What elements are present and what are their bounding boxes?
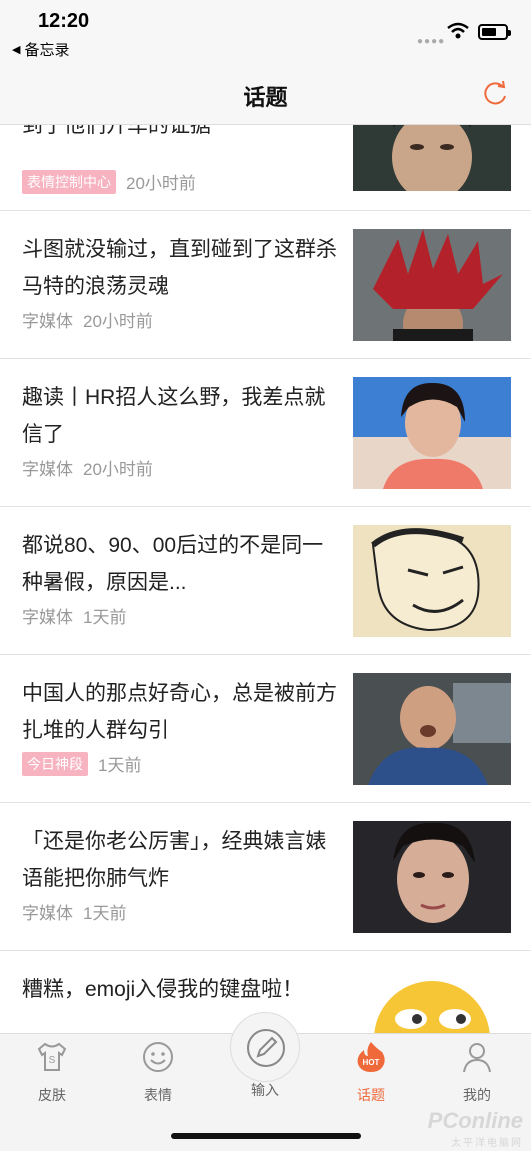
back-app-label: 备忘录 [24, 42, 70, 59]
shirt-icon: S [37, 1042, 67, 1071]
article-title: 都说80、90、00后过的不是同一种暑假，原因是... [22, 534, 324, 594]
signal-icon: ●●●● [417, 36, 446, 47]
tab-label: 输入 [251, 1082, 279, 1098]
svg-text:S: S [49, 1055, 56, 1066]
article-thumbnail [353, 377, 511, 489]
article-time: 20小时前 [83, 312, 153, 331]
article-time: 1天前 [98, 756, 142, 775]
watermark-line2: 太平洋电脑网 [451, 1138, 523, 1149]
list-item[interactable]: 到了他们开车的证据 表情控制中心 20小时前 [0, 107, 531, 211]
tab-input[interactable]: 输入 [225, 1080, 305, 1100]
smiley-icon [143, 1042, 173, 1072]
nav-bar: 话题 [0, 66, 531, 125]
article-meta: 字媒体 1天前 [22, 603, 126, 628]
article-thumbnail [353, 229, 511, 341]
article-source: 字媒体 [22, 608, 73, 627]
article-source: 字媒体 [22, 904, 73, 923]
article-title: 斗图就没输过，直到碰到了这群杀马特的浪荡灵魂 [22, 238, 337, 298]
svg-text:HOT: HOT [363, 1058, 380, 1067]
article-time: 20小时前 [126, 174, 196, 193]
watermark-logo: PConline 太平洋电脑网 [428, 1108, 523, 1149]
tab-me[interactable]: 我的 [437, 1034, 517, 1105]
article-title: 糟糕，emoji入侵我的键盘啦！ [22, 978, 304, 1001]
article-thumbnail [353, 673, 511, 785]
article-meta: 字媒体 20小时前 [22, 307, 153, 332]
article-time: 1天前 [83, 904, 127, 923]
article-title: 「还是你老公厉害」，经典婊言婊语能把你肺气炸 [22, 830, 327, 890]
page-title: 话题 [243, 85, 288, 110]
article-title: 中国人的那点好奇心，总是被前方扎堆的人群勾引 [22, 682, 337, 742]
article-thumbnail [353, 821, 511, 933]
status-bar: 12:20 ◀ 备忘录 ●●●● [0, 0, 531, 66]
status-time: 12:20 [38, 10, 90, 32]
watermark-line1: PConline [427, 1108, 523, 1133]
list-item[interactable]: 趣读丨HR招人这么野，我差点就信了 字媒体 20小时前 [0, 359, 531, 507]
pen-icon [247, 1029, 285, 1067]
article-time: 1天前 [83, 608, 127, 627]
category-tag: 今日神段 [22, 751, 88, 776]
tab-label: 话题 [357, 1087, 385, 1103]
article-meta: 表情控制中心 20小时前 [22, 169, 196, 194]
article-meta: 今日神段 1天前 [22, 751, 141, 776]
article-source: 字媒体 [22, 312, 73, 331]
tab-label: 我的 [463, 1087, 491, 1103]
tab-topics[interactable]: HOT 话题 [331, 1034, 411, 1105]
battery-icon [478, 24, 511, 40]
article-time: 20小时前 [83, 460, 153, 479]
list-item[interactable]: 中国人的那点好奇心，总是被前方扎堆的人群勾引 今日神段 1天前 [0, 655, 531, 803]
article-meta: 字媒体 1天前 [22, 899, 126, 924]
list-item[interactable]: 「还是你老公厉害」，经典婊言婊语能把你肺气炸 字媒体 1天前 [0, 803, 531, 951]
list-item[interactable]: 都说80、90、00后过的不是同一种暑假，原因是... 字媒体 1天前 [0, 507, 531, 655]
article-list: 到了他们开车的证据 表情控制中心 20小时前 斗图就没输过，直到碰到了这群杀马特… [0, 107, 531, 1081]
tab-label: 皮肤 [38, 1087, 66, 1103]
tab-label: 表情 [144, 1087, 172, 1103]
tab-emoji[interactable]: 表情 [118, 1034, 198, 1105]
article-meta: 字媒体 20小时前 [22, 455, 153, 480]
home-indicator[interactable] [171, 1133, 361, 1139]
back-to-app-link[interactable]: ◀ 备忘录 [12, 39, 69, 60]
list-item[interactable]: 斗图就没输过，直到碰到了这群杀马特的浪荡灵魂 字媒体 20小时前 [0, 211, 531, 359]
input-button[interactable] [230, 1012, 300, 1082]
hot-icon: HOT [357, 1042, 385, 1072]
tab-skin[interactable]: S 皮肤 [12, 1034, 92, 1105]
article-title: 趣读丨HR招人这么野，我差点就信了 [22, 386, 326, 446]
person-icon [463, 1043, 491, 1073]
article-thumbnail [353, 525, 511, 637]
wifi-icon [447, 22, 469, 39]
category-tag: 表情控制中心 [22, 169, 116, 194]
refresh-icon[interactable] [481, 80, 509, 108]
article-source: 字媒体 [22, 460, 73, 479]
back-triangle-icon: ◀ [12, 44, 21, 56]
